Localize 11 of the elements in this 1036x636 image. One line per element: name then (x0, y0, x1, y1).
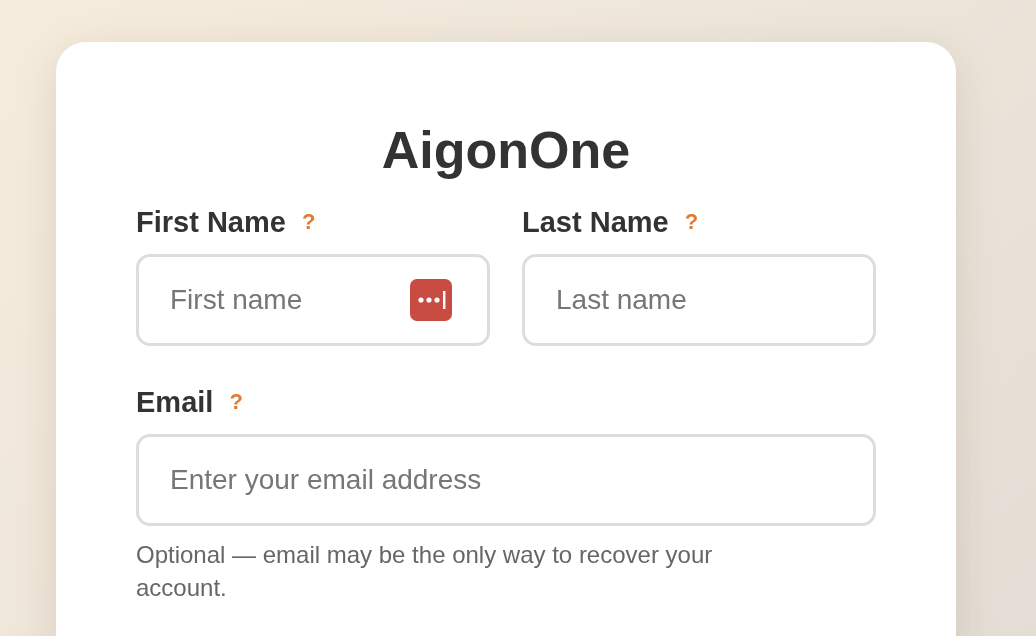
field-label: Email (136, 385, 214, 419)
input-field[interactable]: Last name (522, 254, 876, 346)
field-label: First Name (136, 205, 286, 239)
help-mark[interactable]: ? (301, 209, 316, 235)
password-manager-icon[interactable] (410, 279, 452, 321)
input-field[interactable]: Enter your email address (136, 434, 876, 526)
help-mark[interactable]: ? (684, 209, 699, 235)
field-label: Last Name (522, 205, 669, 239)
input-field[interactable]: First name (136, 254, 490, 346)
help-mark[interactable]: ? (229, 389, 243, 415)
field-hint: Optional — email may be the only way to recover your account. (136, 540, 714, 603)
